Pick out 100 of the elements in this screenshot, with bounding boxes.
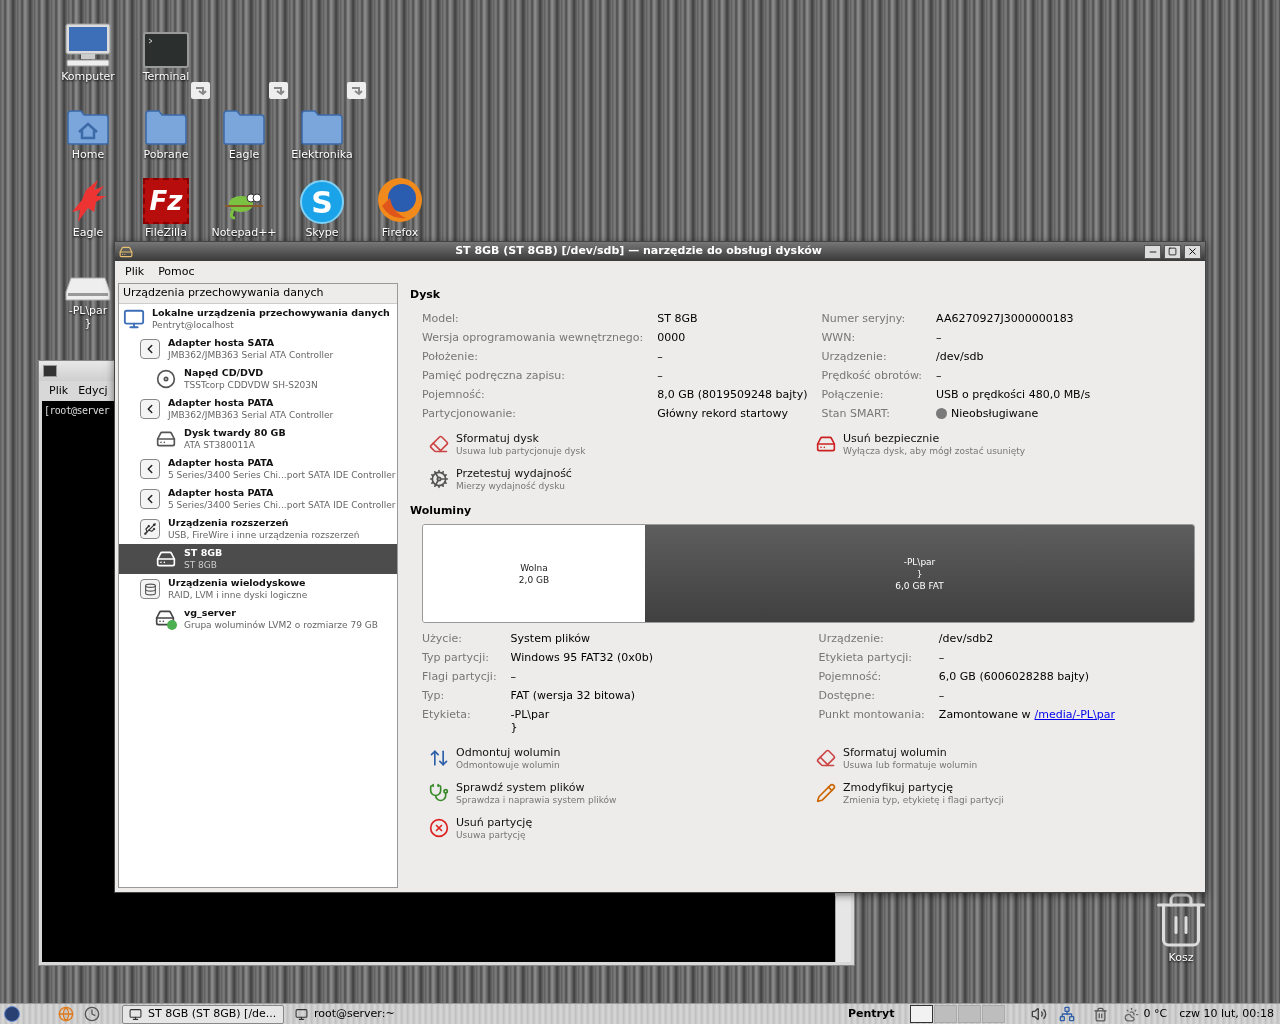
menu-item[interactable]: Plik xyxy=(125,263,145,281)
tree-item[interactable]: Dysk twardy 80 GB ATA ST380011A xyxy=(119,424,397,454)
database-icon xyxy=(140,579,160,599)
icon-label: Pobrane xyxy=(143,148,189,161)
tree-item[interactable]: vg_server Grupa woluminów LVM2 o rozmiarze 79 GB xyxy=(119,604,397,634)
field-value: 8,0 GB (8019509248 bajty) xyxy=(657,387,808,403)
minimize-button[interactable] xyxy=(1144,244,1161,259)
field-value: Zamontowane w xyxy=(938,707,1031,723)
maximize-icon xyxy=(1168,247,1177,256)
field-value: – xyxy=(657,368,664,384)
adapter-icon xyxy=(140,489,160,509)
icon-label: Kosz xyxy=(1168,950,1194,966)
field-value: Główny rekord startowy xyxy=(657,406,789,422)
drive-icon xyxy=(65,276,111,302)
home-folder-icon xyxy=(66,108,110,146)
adapter-icon xyxy=(140,339,160,359)
workspace-switcher-cell[interactable] xyxy=(910,1005,934,1023)
icon-label: Notepad++ xyxy=(211,226,277,239)
volume-segment[interactable]: -PL\par } 6,0 GB FAT xyxy=(645,525,1194,622)
taskbar-task[interactable]: root@server:~ xyxy=(288,1004,450,1024)
icon-label: Skype xyxy=(305,226,339,239)
window-icon xyxy=(295,1007,308,1021)
section-heading: Woluminy xyxy=(410,503,473,519)
field-value: – xyxy=(938,688,946,704)
field-value: – xyxy=(657,349,664,365)
field-value: – xyxy=(938,650,946,666)
field-label: Typ partycji: xyxy=(422,650,490,666)
field-label: Typ: xyxy=(422,688,446,704)
tree-item[interactable]: Urządzenia wielodyskowe RAID, LVM i inne dyski logiczne xyxy=(119,574,397,604)
drive-icon xyxy=(816,434,836,454)
delete-icon xyxy=(429,818,449,838)
close-button[interactable] xyxy=(1184,244,1201,259)
clock[interactable]: czw 10 lut, 00:18 xyxy=(1179,1005,1274,1023)
action-button[interactable]: Usuń partycję Usuwa partycję xyxy=(428,816,533,842)
pencil-icon xyxy=(816,783,836,803)
app-logo: Fz xyxy=(143,178,189,224)
window-title: ST 8GB (ST 8GB) [/dev/sdb] — narzędzie do obsługi dysków xyxy=(454,243,823,260)
field-value: -PL\par } xyxy=(510,707,551,736)
field-label: Pamięć podręczna zapisu: xyxy=(422,368,566,384)
field-label: Partycjonowanie: xyxy=(422,406,517,422)
tree-item[interactable]: Adapter hosta PATA 5 Series/3400 Series Chi...port SATA IDE Controller xyxy=(119,454,397,484)
icon-label: FileZilla xyxy=(145,226,187,239)
workspace-switcher-cell[interactable] xyxy=(934,1005,958,1023)
computer-icon xyxy=(63,22,113,68)
field-label: Pojemność: xyxy=(422,387,486,403)
maximize-button[interactable] xyxy=(1164,244,1181,259)
menu-item[interactable]: Edycj xyxy=(78,382,108,400)
temperature: 0 °C xyxy=(1143,1005,1168,1022)
eraser-icon xyxy=(429,434,449,454)
action-button[interactable]: Sformatuj dysk Usuwa lub partycjonuje dysk xyxy=(428,432,586,458)
icon-label: Terminal xyxy=(142,70,190,83)
computer-icon xyxy=(123,308,145,330)
folder-icon xyxy=(222,108,266,146)
field-value: USB o prędkości 480,0 MB/s xyxy=(936,387,1092,403)
menu-item[interactable]: Plik xyxy=(49,382,69,400)
trash-icon[interactable] xyxy=(1093,1006,1109,1022)
workspace-switcher-cell[interactable] xyxy=(982,1005,1006,1023)
field-label: Wersja oprogramowania wewnętrznego: xyxy=(422,330,644,346)
tree-item[interactable]: ST 8GB ST 8GB xyxy=(119,544,397,574)
field-label: WWN: xyxy=(821,330,857,346)
tree-item[interactable]: Urządzenia rozszerzeń USB, FireWire i inne urządzenia rozszerzeń xyxy=(119,514,397,544)
tree-item[interactable]: Adapter hosta SATA JMB362/JMB363 Serial ATA Controller xyxy=(119,334,397,364)
mount-link[interactable]: /media/-PL\par xyxy=(1034,705,1115,724)
volume-segment[interactable]: Wolna 2,0 GB xyxy=(423,525,645,622)
terminal-icon xyxy=(143,32,189,68)
hard-drive-icon xyxy=(156,429,176,449)
taskbar-task[interactable]: ST 8GB (ST 8GB) [/de... xyxy=(122,1004,284,1024)
window-icon xyxy=(129,1007,142,1021)
field-value: 0000 xyxy=(657,330,687,346)
field-value: ST 8GB xyxy=(657,311,699,327)
drive-icon xyxy=(156,549,176,569)
optical-drive-icon xyxy=(156,369,176,389)
adapter-icon xyxy=(140,399,160,419)
drive-group-icon xyxy=(155,608,177,630)
icon-label: Eagle xyxy=(228,148,260,161)
action-button[interactable]: Odmontuj wolumin Odmontowuje wolumin xyxy=(428,746,561,772)
field-value: /dev/sdb xyxy=(936,349,985,365)
workspace-switcher-cell[interactable] xyxy=(958,1005,982,1023)
field-label: Prędkość obrotów: xyxy=(821,368,923,384)
action-button[interactable]: Przetestuj wydajność Mierzy wydajność dysku xyxy=(428,467,572,493)
drive-icon xyxy=(119,244,133,259)
icon-label: Elektronika xyxy=(291,148,353,161)
up-down-arrow-icon xyxy=(429,748,449,768)
folder-icon xyxy=(300,108,344,146)
tree-item[interactable]: Napęd CD/DVD TSSTcorp CDDVDW SH-S203N xyxy=(119,364,397,394)
adapter-icon xyxy=(140,459,160,479)
icon-label: Home xyxy=(71,148,105,161)
network-icon[interactable] xyxy=(1059,1006,1076,1022)
tree-item[interactable]: Lokalne urządzenia przechowywania danych Pentryt@localhost xyxy=(119,304,397,334)
icon-label: Firefox xyxy=(381,226,419,239)
menu-item[interactable]: Pomoc xyxy=(158,263,195,281)
field-value: Windows 95 FAT32 (0x0b) xyxy=(510,650,654,666)
field-value: – xyxy=(936,330,943,346)
field-value: 6,0 GB (6006028288 bajty) xyxy=(938,669,1091,685)
field-label: Urządzenie: xyxy=(821,349,888,365)
icon-label: -PL\par } xyxy=(68,304,108,330)
tree-item[interactable]: Adapter hosta PATA 5 Series/3400 Series Chi...port SATA IDE Controller xyxy=(119,484,397,514)
icon-label: Komputer xyxy=(61,70,115,83)
weather-icon xyxy=(1124,1006,1140,1022)
volume-icon[interactable] xyxy=(1031,1006,1048,1022)
